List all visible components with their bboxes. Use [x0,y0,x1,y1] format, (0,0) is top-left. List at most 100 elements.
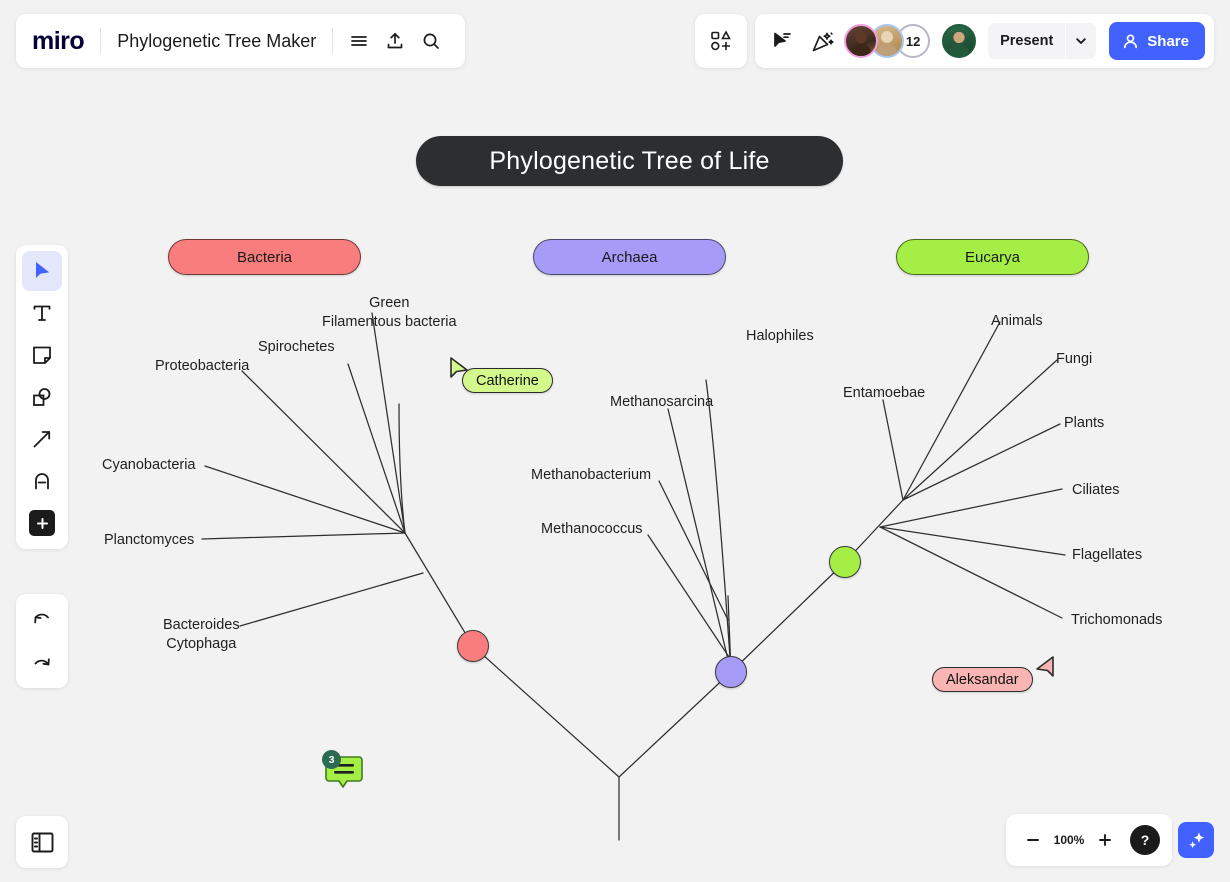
present-button[interactable]: Present [988,23,1066,59]
tree-branch [347,363,406,534]
tip-label-line: Cytophaga [166,635,237,652]
avatar-photo [949,31,969,56]
tree-tip-label[interactable]: Methanococcus [541,520,643,539]
tip-label-line: Entamoebae [843,385,926,401]
share-label: Share [1147,32,1189,50]
left-toolbar [16,245,68,549]
redo-button[interactable] [22,642,62,682]
tree-branch [404,532,474,647]
tree-node-archaea[interactable] [715,656,747,688]
tip-label-line: Methanococcus [541,521,643,537]
tree-branch [371,312,406,534]
miro-logo[interactable]: miro [32,27,100,56]
tip-label-line: Green [369,295,410,311]
zoom-level-label[interactable]: 100% [1052,833,1086,847]
tree-tip-label[interactable]: Proteobacteria [155,357,249,376]
zoom-in-button[interactable] [1090,825,1120,855]
tree-branch [239,572,424,627]
tip-label-line: Cyanobacteria [102,457,196,473]
side-panel-icon [31,832,53,852]
undo-arrow-icon [34,613,49,624]
tip-label-line: Ciliates [1072,482,1120,498]
domain-pill-bacteria[interactable]: Bacteria [168,239,361,275]
board-title-banner[interactable]: Phylogenetic Tree of Life [416,136,843,186]
tree-tip-label[interactable]: Cyanobacteria [102,456,196,475]
tree-tip-label[interactable]: Entamoebae [843,384,925,403]
help-button[interactable]: ? [1130,825,1160,855]
tip-label-line: Plants [1064,415,1105,431]
pen-tool[interactable] [22,461,62,501]
domain-pill-archaea[interactable]: Archaea [533,239,726,275]
cursor-pointer-icon [1036,656,1054,677]
tree-branch [879,488,1063,528]
shapes-tool[interactable] [22,377,62,417]
avatar-stack: 12 [844,24,931,58]
domain-pill-eucarya[interactable]: Eucarya [896,239,1089,275]
tree-branch [618,671,732,778]
hamburger-menu-icon[interactable] [341,23,377,59]
sticky-note-icon [33,346,51,364]
tree-tip-label[interactable]: Bacteroides Cytophaga [163,616,240,653]
plus-icon [1099,834,1111,846]
board-canvas[interactable]: Phylogenetic Tree of Life Bacteria Archa… [0,0,1230,882]
cursor-name-label: Aleksandar [932,667,1033,692]
tree-branch [730,561,846,673]
undo-button[interactable] [22,600,62,640]
tree-tip-label[interactable]: Animals [991,312,1043,331]
overflow-count-label: 12 [905,33,921,49]
party-popper-icon[interactable] [804,23,840,59]
avatar-photo [851,31,871,56]
tip-label-line: Fungi [1056,351,1093,367]
select-tool[interactable] [22,251,62,291]
tree-branch [201,532,406,540]
text-tool[interactable] [22,293,62,333]
tip-label-line: Proteobacteria [155,358,250,374]
tip-label-line: Planctomyces [104,532,195,548]
tip-label-line: Bacteroides [163,617,240,633]
connector-tool[interactable] [22,419,62,459]
upload-icon[interactable] [377,23,413,59]
tree-tip-label[interactable]: Fungi [1056,350,1092,369]
apps-panel[interactable] [695,14,748,68]
text-t-icon [33,305,51,321]
board-name-label[interactable]: Phylogenetic Tree Maker [101,31,332,52]
tree-node-bacteria[interactable] [457,630,489,662]
tree-branch [902,423,1061,501]
comment-count-badge: 3 [322,750,341,769]
ai-assistant-button[interactable] [1178,822,1214,858]
top-toolbar-right: 12 Present Share [695,14,1214,68]
tip-label-line: Filamentous bacteria [322,313,457,330]
sticky-note-tool[interactable] [22,335,62,375]
present-dropdown-button[interactable] [1066,23,1097,59]
top-toolbar-left: miro Phylogenetic Tree Maker [16,14,466,68]
tree-branch [472,645,620,778]
tree-tip-label[interactable]: Ciliates [1072,481,1120,500]
tree-tip-label[interactable]: Spirochetes [258,338,335,357]
tree-tip-label[interactable]: Trichomonads [1071,611,1162,630]
tree-tip-label[interactable]: Plants [1064,414,1104,433]
tree-tip-label[interactable]: Green Filamentous bacteria [322,294,457,331]
tree-tip-label[interactable]: Methanobacterium [531,466,651,485]
tree-tip-label[interactable]: Halophiles [746,327,814,346]
pointer-share-icon[interactable] [764,23,800,59]
tree-branch [241,370,406,534]
chevron-down-icon [1076,38,1087,44]
avatar[interactable] [844,24,879,58]
more-apps-tool[interactable] [22,503,62,543]
tree-tip-label[interactable]: Flagellates [1072,546,1142,565]
search-icon[interactable] [413,23,449,59]
share-button[interactable]: Share [1109,22,1205,60]
apps-grid-icon [711,30,731,51]
tree-node-eucarya[interactable] [829,546,861,578]
tree-tip-label[interactable]: Methanosarcina [610,393,713,412]
tip-label-line: Halophiles [746,328,814,344]
zoom-out-button[interactable] [1018,825,1048,855]
shapes-icon [33,388,51,406]
tree-tip-label[interactable]: Planctomyces [104,531,194,550]
pen-icon [35,473,49,490]
tree-branch [882,399,904,501]
side-panel-toggle-button[interactable] [16,816,68,868]
avatar-self[interactable] [942,24,977,58]
tip-label-line: Flagellates [1072,547,1143,563]
comment-pin[interactable]: 3 [322,750,364,797]
